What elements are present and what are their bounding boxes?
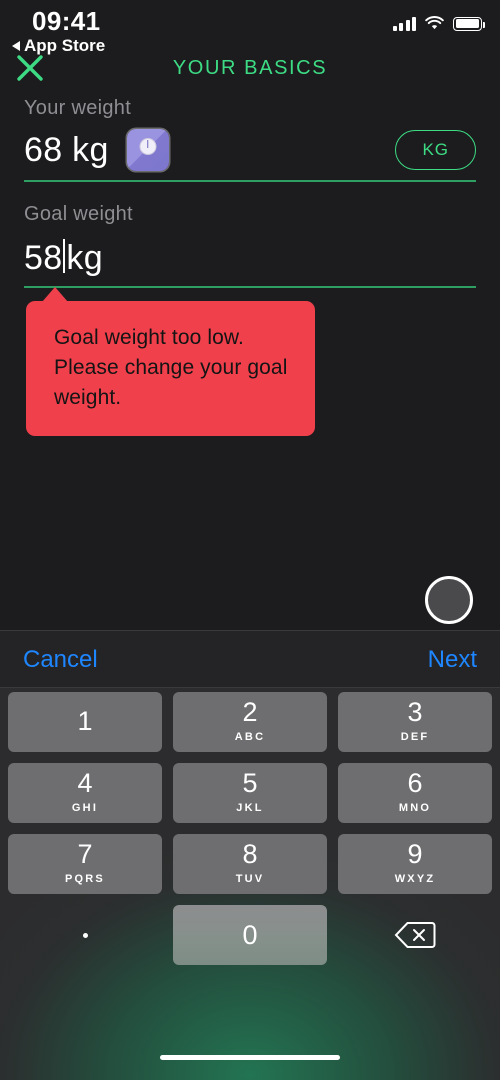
key-5-letters: JKL xyxy=(236,802,264,814)
key-9-letters: WXYZ xyxy=(394,873,436,885)
unit-toggle-kg[interactable]: KG xyxy=(395,130,476,170)
cellular-bars-icon xyxy=(392,16,416,31)
key-backspace[interactable] xyxy=(338,905,492,965)
key-8-number: 8 xyxy=(242,839,258,869)
goal-weight-field: Goal weight 58 kg xyxy=(24,203,476,288)
home-indicator xyxy=(160,1055,340,1060)
key-7-letters: PQRS xyxy=(65,873,105,885)
decimal-point-icon xyxy=(82,932,88,938)
key-4-letters: GHI xyxy=(71,802,99,814)
wifi-icon xyxy=(425,16,444,30)
battery-full-icon xyxy=(453,16,485,31)
your-weight-field: Your weight 68 kg KG xyxy=(24,97,476,182)
your-weight-underline xyxy=(24,180,476,182)
key-3-number: 3 xyxy=(407,697,423,727)
goal-weight-input[interactable]: 58 kg xyxy=(24,235,103,278)
goal-weight-row[interactable]: 58 kg xyxy=(24,232,476,280)
keypad-row: 4 GHI 5 JKL 6 MNO xyxy=(0,763,500,823)
numeric-keyboard: Cancel Next 1 2 ABC 3 DEF 4 GHI 5 JKL 6 … xyxy=(0,630,500,1080)
key-4-number: 4 xyxy=(77,768,93,798)
key-3-letters: DEF xyxy=(400,731,430,743)
keypad: 1 2 ABC 3 DEF 4 GHI 5 JKL 6 MNO 7 PQRS 8… xyxy=(0,692,500,976)
cancel-button[interactable]: Cancel xyxy=(23,646,98,674)
your-weight-row[interactable]: 68 kg KG xyxy=(24,126,476,174)
key-6[interactable]: 6 MNO xyxy=(338,763,492,823)
key-2-letters: ABC xyxy=(234,731,266,743)
key-1-number: 1 xyxy=(77,705,93,736)
goal-weight-unit: kg xyxy=(66,238,103,277)
tooltip-arrow xyxy=(42,287,68,302)
key-9-number: 9 xyxy=(407,839,423,869)
error-tooltip: Goal weight too low. Please change your … xyxy=(26,287,315,437)
next-button[interactable]: Next xyxy=(428,646,477,674)
key-5-number: 5 xyxy=(242,768,258,798)
backspace-delete-icon xyxy=(394,922,436,948)
key-2[interactable]: 2 ABC xyxy=(173,692,327,752)
back-triangle-icon xyxy=(12,41,20,51)
key-6-letters: MNO xyxy=(398,802,432,814)
keypad-row: 0 xyxy=(0,905,500,965)
record-circle-button[interactable] xyxy=(425,576,473,624)
key-8-letters: TUV xyxy=(235,873,265,885)
key-4[interactable]: 4 GHI xyxy=(8,763,162,823)
goal-weight-label: Goal weight xyxy=(24,203,133,225)
key-7[interactable]: 7 PQRS xyxy=(8,834,162,894)
key-6-number: 6 xyxy=(407,768,423,798)
your-weight-value[interactable]: 68 kg xyxy=(24,131,109,170)
goal-weight-value: 58 xyxy=(24,238,63,277)
keyboard-toolbar: Cancel Next xyxy=(0,630,500,688)
key-5[interactable]: 5 JKL xyxy=(173,763,327,823)
key-3[interactable]: 3 DEF xyxy=(338,692,492,752)
key-decimal-point[interactable] xyxy=(8,905,162,965)
error-tooltip-message: Goal weight too low. Please change your … xyxy=(54,326,288,409)
goal-weight-underline xyxy=(24,286,476,288)
keypad-row: 1 2 ABC 3 DEF xyxy=(0,692,500,752)
your-weight-label: Your weight xyxy=(24,97,132,119)
keypad-row: 7 PQRS 8 TUV 9 WXYZ xyxy=(0,834,500,894)
key-1[interactable]: 1 xyxy=(8,692,162,752)
back-link-label: App Store xyxy=(24,36,106,55)
key-0[interactable]: 0 xyxy=(173,905,327,965)
status-bar-time: 09:41 xyxy=(32,6,101,36)
back-to-app-store-link[interactable]: App Store xyxy=(12,36,105,56)
key-9[interactable]: 9 WXYZ xyxy=(338,834,492,894)
status-bar-indicators xyxy=(392,16,485,31)
page-title: YOUR BASICS xyxy=(172,57,328,79)
phone-screen: 09:41 App Store YOUR BASICS Your weight … xyxy=(0,0,500,1080)
text-caret xyxy=(63,238,66,273)
key-2-number: 2 xyxy=(242,697,258,727)
weighing-scale-icon xyxy=(126,129,169,171)
key-0-number: 0 xyxy=(242,919,258,950)
key-8[interactable]: 8 TUV xyxy=(173,834,327,894)
key-7-number: 7 xyxy=(77,839,93,869)
